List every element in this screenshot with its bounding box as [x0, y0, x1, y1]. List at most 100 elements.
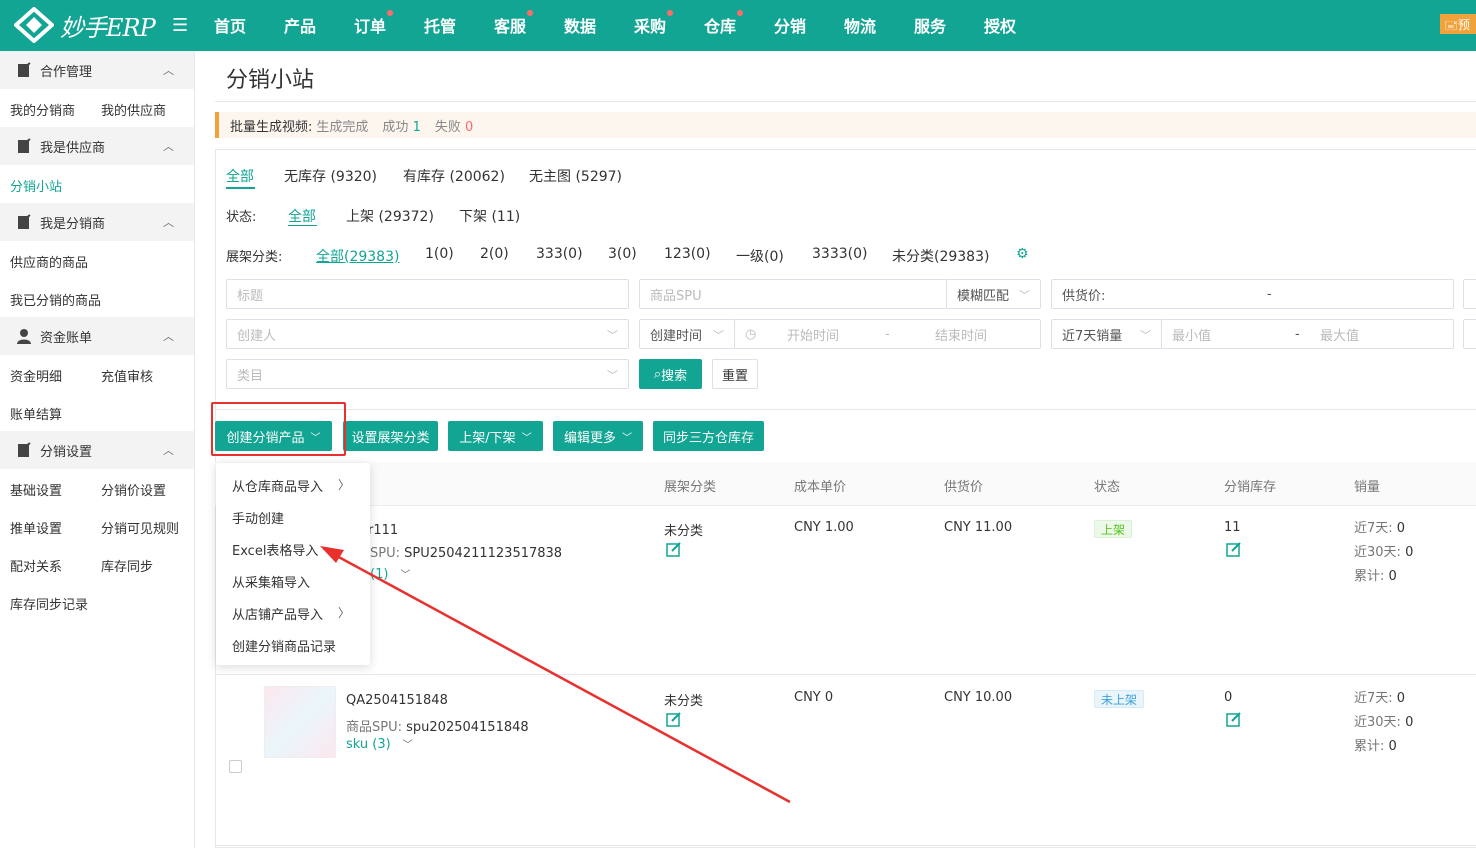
- menu-item-excel-import[interactable]: Excel表格导入: [232, 540, 318, 559]
- clock-icon: ◷: [745, 326, 757, 342]
- supply-price-range[interactable]: 供货价: -: [1051, 279, 1454, 309]
- shelf-uncategorized[interactable]: 未分类(29383): [892, 246, 989, 266]
- extra-filter[interactable]: [1463, 319, 1476, 349]
- sidebar-item-distribution-station[interactable]: 分销小站: [10, 176, 62, 195]
- edit-icon[interactable]: [666, 711, 682, 727]
- edit-more-button[interactable]: 编辑更多 ﹀: [553, 421, 643, 451]
- nav-service[interactable]: 客服: [494, 10, 534, 37]
- shelf-3[interactable]: 3(0): [608, 246, 637, 262]
- nav-hosting[interactable]: 托管: [424, 13, 456, 37]
- sidebar-item-price-settings[interactable]: 分销价设置: [101, 480, 166, 499]
- status-on-shelf[interactable]: 上架 (29372): [346, 206, 434, 226]
- menu-item-import-warehouse[interactable]: 从仓库商品导入: [232, 476, 323, 495]
- sidebar-section-funds[interactable]: 资金账单 ︿: [0, 317, 194, 355]
- shelf-3333[interactable]: 3333(0): [812, 246, 867, 262]
- shelf-333[interactable]: 333(0): [536, 246, 583, 262]
- tab-no-main-image[interactable]: 无主图 (5297): [529, 166, 622, 186]
- clipboard-icon: [18, 138, 31, 153]
- sidebar-item-my-distributors[interactable]: 我的分销商: [10, 100, 75, 119]
- tab-in-stock[interactable]: 有库存 (20062): [403, 166, 505, 186]
- shelf-123[interactable]: 123(0): [664, 246, 711, 262]
- sidebar-item-basic-settings[interactable]: 基础设置: [10, 480, 62, 499]
- nav-warehouse[interactable]: 仓库: [704, 10, 744, 37]
- category-select[interactable]: 类目 ﹀: [226, 359, 629, 389]
- product-title[interactable]: r111: [368, 523, 398, 538]
- product-thumbnail[interactable]: [264, 686, 336, 758]
- nav-logistics[interactable]: 物流: [844, 13, 876, 37]
- nav-data[interactable]: 数据: [564, 13, 596, 37]
- sidebar-item-stock-sync-log[interactable]: 库存同步记录: [10, 594, 88, 613]
- sidebar-item-stock-sync[interactable]: 库存同步: [101, 556, 153, 575]
- sales-period-select[interactable]: 近7天销量 ﹀: [1051, 319, 1162, 349]
- reset-button[interactable]: 重置: [712, 359, 758, 389]
- product-spu: 商品SPU: spu202504151848: [346, 720, 529, 735]
- sidebar-item-recharge-review[interactable]: 充值审核: [101, 366, 153, 385]
- top-right-badge[interactable]: 🖃预: [1440, 14, 1476, 34]
- tab-all[interactable]: 全部: [226, 166, 254, 186]
- title-input[interactable]: 标题: [226, 279, 629, 309]
- spu-input[interactable]: 商品SPU: [639, 279, 947, 309]
- menu-item-import-collection[interactable]: 从采集箱导入: [232, 572, 310, 591]
- sidebar-item-fund-details[interactable]: 资金明细: [10, 366, 62, 385]
- sidebar-section-distribution-settings[interactable]: 分销设置 ︿: [0, 431, 194, 469]
- gear-icon[interactable]: ⚙: [1016, 246, 1029, 262]
- notice-bar: 批量生成视频: 生成完成 成功 1 失败 0: [215, 112, 1476, 138]
- product-title[interactable]: QA2504151848: [346, 693, 448, 708]
- row-checkbox[interactable]: [229, 760, 242, 773]
- sidebar-item-bill-settlement[interactable]: 账单结算: [10, 404, 62, 423]
- sales-range[interactable]: 最小值 - 最大值: [1161, 319, 1454, 349]
- menu-item-import-store[interactable]: 从店铺产品导入: [232, 604, 323, 623]
- status-off-shelf[interactable]: 下架 (11): [459, 206, 520, 226]
- product-spu: SPU: SPU2504211123517838: [370, 546, 563, 561]
- sku-toggle[interactable]: sku (3) ﹀: [346, 736, 413, 752]
- sidebar-section-supplier[interactable]: 我是供应商 ︿: [0, 127, 194, 165]
- shelf-level1[interactable]: 一级(0): [736, 246, 784, 266]
- shelf-2[interactable]: 2(0): [480, 246, 509, 262]
- match-select[interactable]: 模糊匹配 ﹀: [946, 279, 1041, 309]
- set-shelf-button[interactable]: 设置展架分类: [343, 421, 438, 451]
- shelf-value: 未分类: [664, 694, 704, 709]
- nav-orders[interactable]: 订单: [354, 10, 394, 37]
- sidebar-item-pairing[interactable]: 配对关系: [10, 556, 62, 575]
- sync-stock-button[interactable]: 同步三方仓库存: [653, 421, 764, 451]
- sidebar-item-supplier-products[interactable]: 供应商的商品: [10, 252, 88, 271]
- tab-no-stock[interactable]: 无库存 (9320): [284, 166, 377, 186]
- menu-item-manual-create[interactable]: 手动创建: [232, 508, 284, 527]
- sidebar-item-my-distributed-products[interactable]: 我已分销的商品: [10, 290, 101, 309]
- sidebar-item-my-suppliers[interactable]: 我的供应商: [101, 100, 166, 119]
- time-type-select[interactable]: 创建时间 ﹀: [639, 319, 735, 349]
- notice-status: 生成完成: [316, 119, 369, 135]
- menu-item-create-records[interactable]: 创建分销商品记录: [232, 636, 336, 655]
- row-divider: [215, 674, 1476, 675]
- edit-icon[interactable]: [1226, 711, 1242, 727]
- chevron-up-icon: ︿: [163, 140, 174, 153]
- shelf-1[interactable]: 1(0): [425, 246, 454, 262]
- date-range-picker[interactable]: ◷ 开始时间 - 结束时间: [734, 319, 1041, 349]
- sidebar-item-push-settings[interactable]: 推单设置: [10, 518, 62, 537]
- nav-authorization[interactable]: 授权: [984, 13, 1016, 37]
- sidebar-item-visibility-rules[interactable]: 分销可见规则: [101, 518, 179, 537]
- nav-products[interactable]: 产品: [284, 13, 316, 37]
- sku-toggle[interactable]: (1) ﹀: [370, 566, 410, 582]
- notice-label: 批量生成视频:: [230, 119, 313, 135]
- shelf-all[interactable]: 全部(29383): [316, 246, 399, 266]
- search-button[interactable]: ⌕ 搜索: [639, 359, 702, 389]
- nav-services[interactable]: 服务: [914, 13, 946, 37]
- chevron-down-icon: ﹀: [1019, 289, 1030, 302]
- stock-value: 0: [1224, 690, 1233, 705]
- menu-icon[interactable]: ☰: [172, 15, 188, 36]
- edit-icon[interactable]: [666, 541, 682, 557]
- nav-distribution[interactable]: 分销: [774, 13, 806, 37]
- shelf-toggle-button[interactable]: 上架/下架 ﹀: [448, 421, 543, 451]
- nav-purchase[interactable]: 采购: [634, 10, 674, 37]
- logo[interactable]: 妙手ERP: [14, 7, 156, 43]
- sidebar-section-cooperation[interactable]: 合作管理 ︿: [0, 51, 194, 89]
- stock-value: 11: [1224, 520, 1241, 535]
- status-label: 状态:: [226, 210, 257, 225]
- creator-select[interactable]: 创建人 ﹀: [226, 319, 629, 349]
- extra-filter[interactable]: [1463, 279, 1476, 309]
- sidebar-section-distributor[interactable]: 我是分销商 ︿: [0, 203, 194, 241]
- status-all[interactable]: 全部: [288, 206, 316, 226]
- nav-home[interactable]: 首页: [214, 13, 246, 37]
- edit-icon[interactable]: [1226, 541, 1242, 557]
